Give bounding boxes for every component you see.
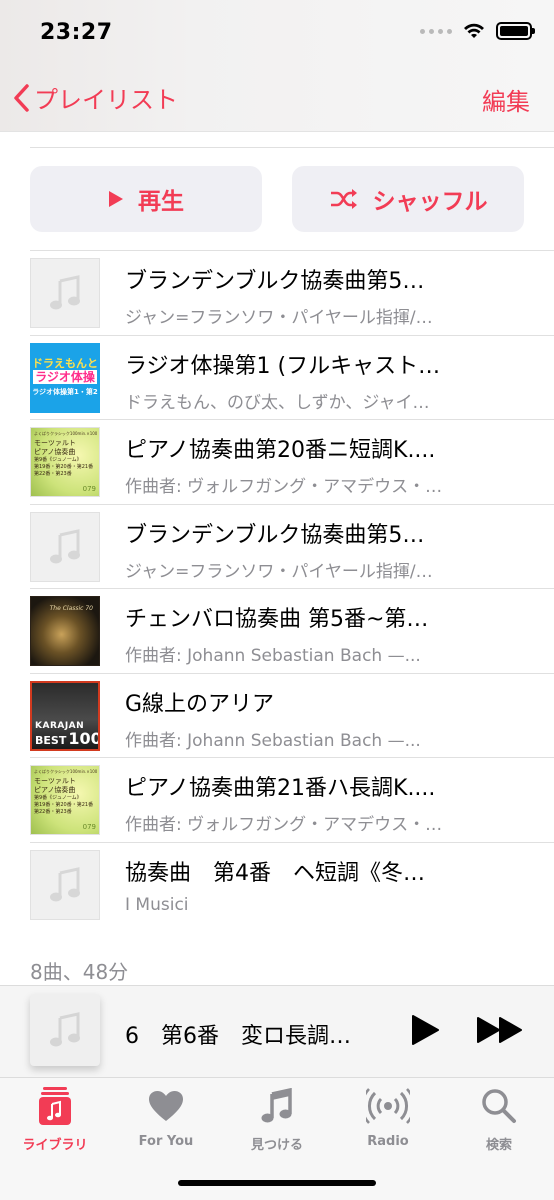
music-note-icon [50, 528, 80, 563]
track-row[interactable]: よくばりクラシック100min.×100 モーツァルト ピアノ協奏曲 第9番《ジ… [30, 419, 554, 504]
track-title: ピアノ協奏曲第20番ニ短調K.... [125, 438, 436, 463]
track-list: ブランデンブルク協奏曲第5… ジャン=フランソワ・パイヤール指揮/… ドラえもん… [0, 250, 554, 926]
track-row[interactable]: 協奏曲 第4番 ヘ短調《冬… I Musici [30, 841, 554, 927]
track-subtitle: 作曲者: ヴォルフガング・アマデウス・… [125, 477, 443, 497]
album-art-text: ピアノ協奏曲 [34, 448, 76, 456]
album-art-text: モーツァルト [34, 777, 76, 785]
tab-search[interactable]: 検索 [444, 1086, 554, 1153]
tab-label: For You [138, 1134, 194, 1149]
album-art-text: 第9番《ジュノーム》 [34, 795, 82, 801]
album-art-text: 第22番・第23番 [34, 471, 72, 477]
heart-icon [149, 1091, 183, 1121]
home-indicator [178, 1180, 376, 1186]
track-title: ブランデンブルク協奏曲第5… [125, 269, 425, 294]
album-art-text: 第19番・第20番・第21番 [34, 802, 94, 808]
shuffle-button-label: シャッフル [372, 189, 488, 215]
track-subtitle: 作曲者: Johann Sebastian Bach —... [125, 730, 421, 751]
album-art: ドラえもんと ラジオ体操 ラジオ体操第1・第2 [30, 342, 100, 413]
album-art-placeholder [30, 849, 100, 920]
album-art: よくばりクラシック100min.×100 モーツァルト ピアノ協奏曲 第9番《ジ… [30, 765, 100, 835]
music-note-icon [50, 275, 80, 310]
album-art-text: 079 [82, 823, 96, 831]
track-subtitle: I Musici [125, 894, 189, 915]
track-title: G線上のアリア [125, 691, 275, 717]
album-art: よくばりクラシック100min.×100 モーツァルト ピアノ協奏曲 第9番《ジ… [30, 427, 100, 497]
battery-icon [496, 22, 535, 40]
track-subtitle: ジャン=フランソワ・パイヤール指揮/… [125, 561, 433, 582]
play-button[interactable]: 再生 [30, 166, 262, 232]
track-row[interactable]: ブランデンブルク協奏曲第5… ジャン=フランソワ・パイヤール指揮/… [30, 250, 554, 335]
tab-label: 検索 [485, 1138, 512, 1153]
track-title: ピアノ協奏曲第21番ハ長調K.... [125, 776, 436, 801]
album-art-text: よくばりクラシック100min.×100 [34, 431, 98, 436]
track-row[interactable]: ドラえもんと ラジオ体操 ラジオ体操第1・第2 ラジオ体操第1 (フルキャスト…… [30, 334, 554, 420]
header: 23:27 プレイリスト 編集 [0, 0, 554, 132]
signal-icon [420, 28, 452, 34]
track-subtitle: 作曲者: Johann Sebastian Bach —... [125, 646, 421, 666]
status-time: 23:27 [40, 20, 113, 45]
tab-for-you[interactable]: For You [111, 1086, 221, 1149]
album-art-text: よくばりクラシック100min.×100 [34, 769, 98, 774]
play-icon [109, 191, 123, 207]
album-art-placeholder [30, 511, 100, 582]
album-art-text: ラジオ体操第1・第2 [32, 388, 98, 396]
radio-icon [366, 1088, 410, 1124]
play-icon[interactable] [410, 1014, 440, 1046]
mini-player[interactable]: 6 第6番 変ロ長調… [0, 985, 554, 1077]
search-icon [482, 1089, 516, 1123]
fast-forward-icon[interactable] [476, 1016, 524, 1044]
play-button-label: 再生 [138, 189, 184, 215]
playlist-summary: 8曲、48分 [30, 960, 129, 984]
track-title: ラジオ体操第1 (フルキャスト… [125, 353, 441, 379]
music-note-icon [261, 1088, 292, 1123]
chevron-left-icon [14, 83, 29, 112]
track-row[interactable]: The Classic 70 チェンバロ協奏曲 第5番~第… 作曲者: Joha… [30, 588, 554, 673]
album-art-text: BEST [35, 733, 67, 747]
album-art-text: 第19番・第20番・第21番 [34, 464, 94, 470]
album-art-text: ドラえもんと [32, 357, 98, 370]
album-art-text: 第22番・第23番 [34, 809, 72, 815]
track-row[interactable]: ブランデンブルク協奏曲第5… ジャン=フランソワ・パイヤール指揮/… [30, 503, 554, 589]
tab-library[interactable]: ライブラリ [0, 1086, 110, 1153]
album-art-text: 100 [68, 728, 100, 748]
album-art-text: 079 [82, 485, 96, 493]
track-subtitle: 作曲者: ヴォルフガング・アマデウス・… [125, 815, 443, 835]
album-art-text: モーツァルト [34, 439, 76, 447]
mini-player-title: 6 第6番 変ロ長調… [125, 1024, 351, 1049]
music-note-icon [50, 1012, 80, 1047]
tab-label: ライブラリ [22, 1138, 88, 1153]
edit-button[interactable]: 編集 [482, 82, 530, 117]
divider [30, 147, 554, 148]
library-icon [39, 1087, 71, 1125]
track-row[interactable]: KARAJAN BEST 100 G線上のアリア 作曲者: Johann Seb… [30, 672, 554, 758]
album-art-text: ピアノ協奏曲 [34, 786, 76, 794]
album-art-text: ラジオ体操 [33, 370, 97, 384]
mini-player-art [30, 994, 100, 1066]
tab-label: Radio [367, 1134, 409, 1149]
status-icons [420, 22, 535, 40]
album-art-text: 第9番《ジュノーム》 [34, 457, 82, 463]
back-button[interactable]: プレイリスト [12, 80, 178, 115]
tab-label: 見つける [250, 1138, 303, 1153]
tab-radio[interactable]: Radio [333, 1086, 443, 1149]
shuffle-button[interactable]: シャッフル [292, 166, 524, 232]
track-title: 協奏曲 第4番 ヘ短調《冬… [125, 860, 425, 886]
track-row[interactable]: よくばりクラシック100min.×100 モーツァルト ピアノ協奏曲 第9番《ジ… [30, 757, 554, 842]
wifi-icon [464, 23, 484, 38]
album-art-text: The Classic 70 [49, 605, 93, 612]
album-art: KARAJAN BEST 100 [30, 680, 100, 751]
track-subtitle: ドラえもん、のび太、しずか、ジャイ… [125, 392, 430, 413]
album-art-placeholder [30, 258, 100, 328]
back-button-label: プレイリスト [34, 86, 178, 114]
music-note-icon [50, 866, 80, 901]
shuffle-icon [330, 189, 357, 209]
track-subtitle: ジャン=フランソワ・パイヤール指揮/… [125, 308, 433, 328]
track-title: チェンバロ協奏曲 第5番~第… [125, 607, 429, 632]
album-art: The Classic 70 [30, 596, 100, 666]
tab-browse[interactable]: 見つける [222, 1086, 332, 1153]
track-title: ブランデンブルク協奏曲第5… [125, 522, 425, 548]
